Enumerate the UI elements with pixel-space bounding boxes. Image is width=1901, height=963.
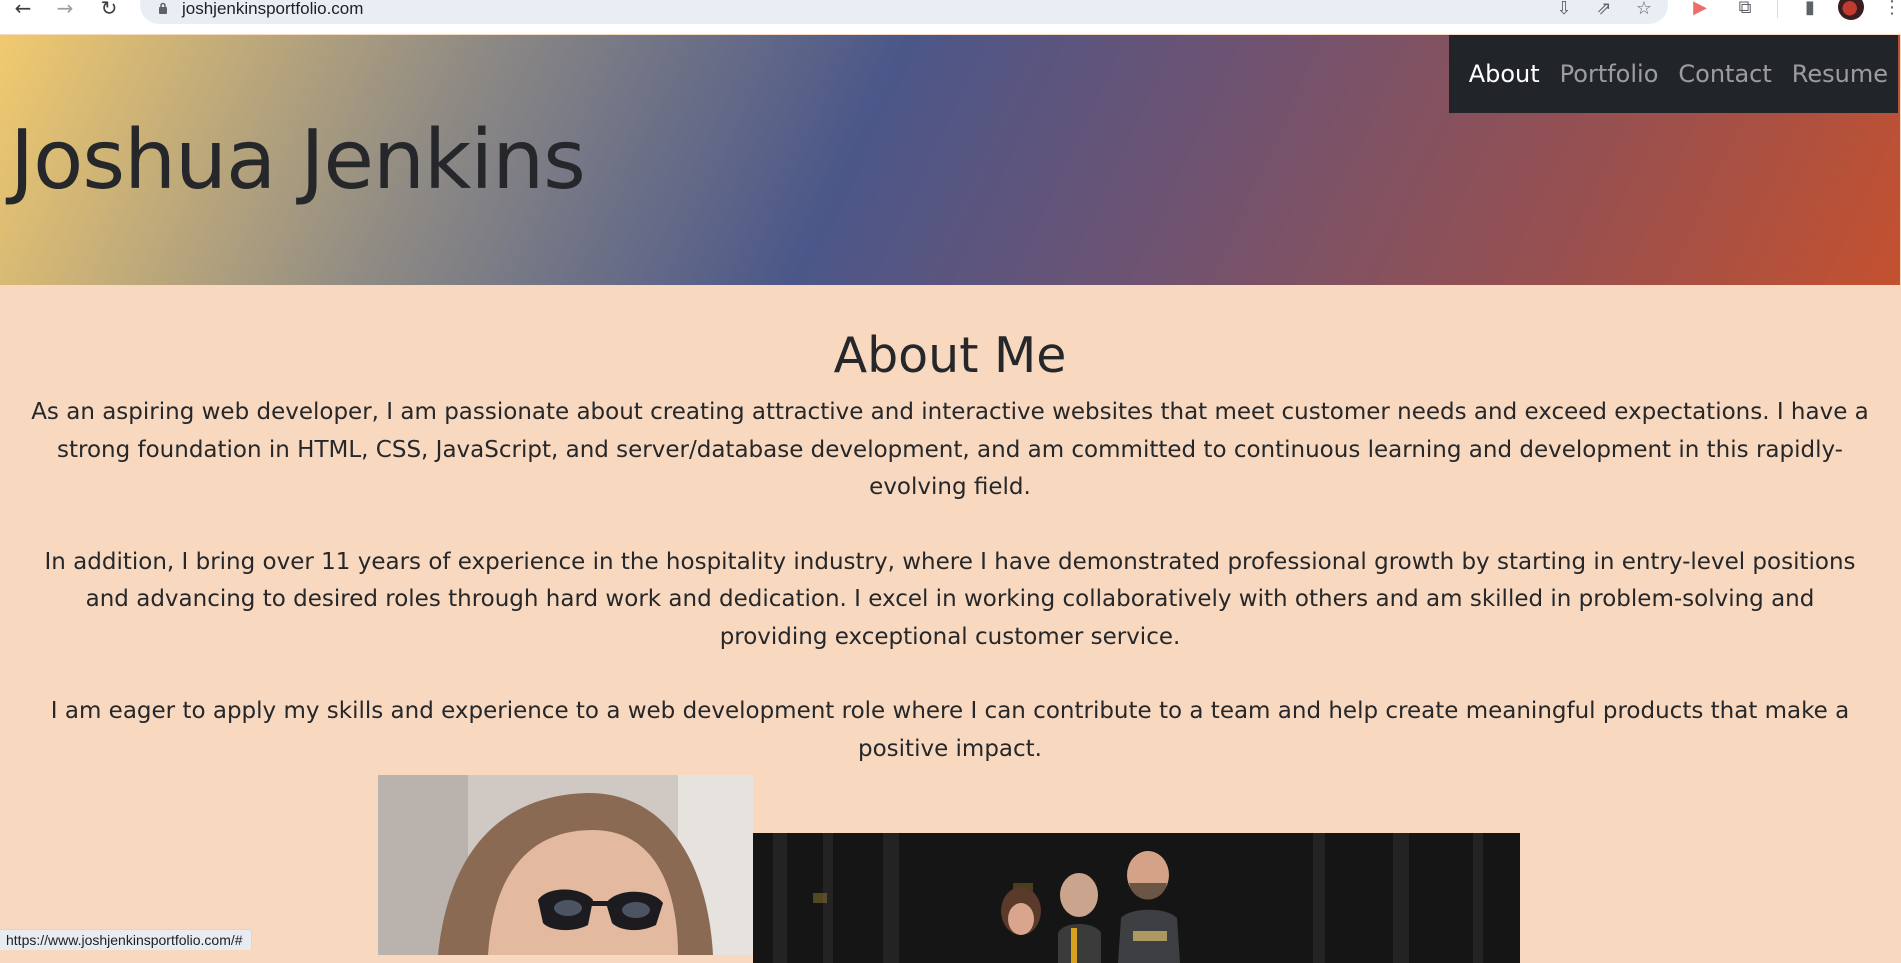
toolbar-divider (1777, 0, 1778, 18)
share-icon[interactable]: ⇗ (1594, 0, 1614, 20)
nav-link-resume[interactable]: Resume (1782, 59, 1898, 89)
nav-link-about[interactable]: About (1459, 59, 1550, 89)
top-navigation: About Portfolio Contact Resume (1448, 35, 1898, 113)
about-section: About Me As an aspiring web developer, I… (0, 285, 1900, 768)
back-arrow-icon[interactable]: ← (10, 0, 36, 22)
about-paragraph-intro: As an aspiring web developer, I am passi… (31, 399, 1869, 500)
puzzle-icon[interactable]: ⧉ (1733, 0, 1757, 20)
forward-arrow-icon[interactable]: → (52, 0, 78, 22)
nav-link-portfolio[interactable]: Portfolio (1550, 59, 1669, 89)
selfie-photo-illustration (378, 775, 753, 955)
about-heading: About Me (833, 327, 1067, 384)
group-photo (753, 833, 1520, 963)
link-status-bubble: https://www.joshjenkinsportfolio.com/# (0, 929, 252, 950)
group-photo-illustration (753, 833, 1520, 963)
profile-avatar[interactable] (1838, 0, 1864, 20)
menu-icon[interactable]: ⋮ (1883, 0, 1901, 20)
install-icon[interactable]: ⇩ (1554, 0, 1574, 20)
site-header: Joshua Jenkins About Portfolio Contact R… (0, 35, 1900, 285)
site-title: Joshua Jenkins (10, 113, 586, 208)
lock-icon (159, 2, 167, 14)
url-text: joshjenkinsportfolio.com (182, 0, 364, 18)
about-paragraph-experience: In addition, I bring over 11 years of ex… (44, 548, 1856, 650)
nav-link-contact[interactable]: Contact (1668, 59, 1781, 89)
extension-icon[interactable]: ▶ (1688, 0, 1712, 20)
selfie-photo (378, 775, 753, 955)
address-bar[interactable]: joshjenkinsportfolio.com ⇩ ⇗ ☆ (140, 0, 1668, 24)
browser-toolbar: ← → ↻ joshjenkinsportfolio.com ⇩ ⇗ ☆ ▶ ⧉… (0, 0, 1901, 34)
reload-icon[interactable]: ↻ (96, 0, 122, 22)
star-icon[interactable]: ☆ (1634, 0, 1654, 20)
about-paragraph-goals: I am eager to apply my skills and experi… (50, 698, 1850, 762)
side-panel-icon[interactable]: ▮ (1798, 0, 1822, 20)
